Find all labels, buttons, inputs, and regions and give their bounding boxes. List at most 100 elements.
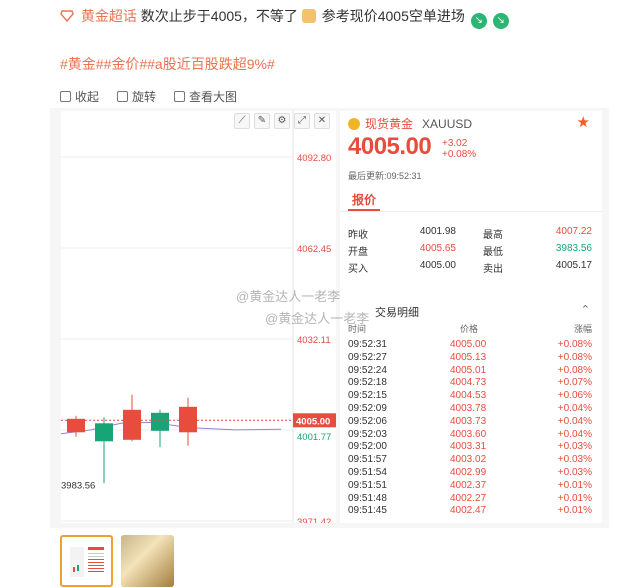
stat-value: 4005.00	[419, 260, 456, 271]
session-low-label: 3983.56	[61, 481, 95, 492]
image-thumbnails	[60, 535, 174, 587]
header-change: 涨幅	[573, 324, 592, 334]
trade-time: 09:51:54	[348, 466, 387, 478]
current-price: 4005.00	[348, 133, 432, 160]
trade-change: +0.03%	[557, 441, 592, 453]
trades-header: 时间 价格 涨幅	[348, 322, 592, 334]
stat-value: 4005.65	[419, 243, 456, 254]
view-large-icon	[174, 91, 186, 102]
trade-time: 09:51:57	[348, 454, 387, 466]
current-price-label: 4005.00	[296, 416, 330, 427]
change-percent: +0.08%	[442, 149, 477, 160]
rotate-button[interactable]: 旋转	[117, 88, 156, 105]
trade-price: 4005.13	[450, 351, 487, 363]
stat-row: 买入 4005.00 卖出 4005.17	[348, 260, 592, 277]
trade-change: +0.04%	[557, 402, 592, 414]
quote-panel: 现货黄金 XAUUSD ★ 4005.00 +3.02 +0.08% 最后更新:…	[340, 111, 602, 523]
candle-body	[67, 418, 85, 433]
collapse-button[interactable]: 收起	[60, 88, 99, 105]
change-value: +3.02	[442, 138, 468, 149]
trade-change: +0.07%	[557, 377, 592, 389]
trade-time: 09:52:31	[348, 339, 387, 350]
trades-title: 交易明细	[375, 307, 419, 319]
trade-time: 09:52:27	[348, 351, 387, 363]
post-text-line: 黄金超话 数次止步于4005，不等了 参考现价4005空单进场 ↘ ↘	[60, 6, 509, 29]
trade-change: +0.08%	[557, 364, 592, 376]
trade-price: 4003.73	[450, 415, 487, 427]
symbol-code: XAUUSD	[422, 116, 473, 131]
settings-tool-icon[interactable]: ⚙	[274, 113, 290, 129]
trade-price: 4004.53	[450, 390, 487, 402]
trade-change: +0.01%	[557, 479, 592, 491]
y-tick-label: 4032.11	[297, 335, 331, 346]
reference-price-label: 4001.77	[297, 432, 331, 443]
expand-icon[interactable]: ⤢	[294, 113, 310, 129]
trade-time: 09:52:03	[348, 428, 387, 440]
trade-row: 09:52:31 4005.00 +0.08%	[348, 339, 592, 352]
trade-price: 4002.27	[450, 492, 487, 504]
tab-quote[interactable]: 报价	[352, 191, 376, 208]
view-large-label: 查看大图	[189, 90, 238, 104]
y-tick-label: 4092.80	[297, 153, 331, 164]
trade-row: 09:51:54 4002.99 +0.03%	[348, 467, 592, 480]
line-tool-icon[interactable]: ⟋	[234, 113, 250, 129]
hashtag-links[interactable]: #黄金##金价##a股近百股跌超9%#	[60, 54, 275, 74]
trade-price: 4003.02	[450, 454, 487, 466]
rotate-icon	[117, 91, 129, 102]
trade-row: 09:51:48 4002.27 +0.01%	[348, 493, 592, 506]
trade-time: 09:51:51	[348, 479, 387, 491]
trade-change: +0.01%	[557, 505, 592, 517]
trade-time: 09:52:15	[348, 390, 387, 402]
thumbnail-gold-image[interactable]	[121, 535, 174, 587]
price-change: +3.02 +0.08%	[442, 138, 476, 160]
trade-row: 09:52:24 4005.01 +0.08%	[348, 365, 592, 378]
stat-label: 昨收	[348, 230, 368, 241]
quote-stats: 昨收 4001.98 最高 4007.22 开盘 4005.65 最低 3983.56 买入 40…	[348, 226, 592, 277]
candle-body	[179, 406, 197, 433]
trade-price: 4002.47	[450, 505, 487, 517]
symbol-row: 现货黄金 XAUUSD	[348, 115, 472, 132]
trade-row: 09:52:18 4004.73 +0.07%	[348, 377, 592, 390]
trade-time: 09:51:48	[348, 492, 387, 504]
trade-price: 4003.60	[450, 428, 487, 440]
stat-value: 4005.17	[555, 260, 592, 271]
rotate-label: 旋转	[132, 90, 157, 104]
thumbnail-chart-image[interactable]	[60, 535, 113, 587]
trade-change: +0.04%	[557, 415, 592, 427]
favorite-star-icon[interactable]: ★	[577, 113, 590, 131]
close-icon[interactable]: ✕	[314, 113, 330, 129]
trade-change: +0.03%	[557, 466, 592, 478]
super-topic-link[interactable]: 黄金超话	[81, 8, 137, 24]
stat-label: 开盘	[348, 247, 368, 258]
watermark: @黄金达人一老李	[265, 311, 370, 326]
pen-tool-icon[interactable]: ✎	[254, 113, 270, 129]
trade-change: +0.06%	[557, 390, 592, 402]
trade-time: 09:52:24	[348, 364, 387, 376]
trade-time: 09:51:45	[348, 505, 387, 517]
trade-row: 09:51:57 4003.02 +0.03%	[348, 454, 592, 467]
trade-time: 09:52:18	[348, 377, 387, 389]
collapse-label: 收起	[75, 90, 100, 104]
chevron-up-icon[interactable]: ⌃	[581, 303, 590, 316]
stat-value: 3983.56	[555, 243, 592, 254]
stat-label: 买入	[348, 264, 368, 275]
candle-body	[95, 423, 113, 442]
trade-row: 09:52:27 4005.13 +0.08%	[348, 352, 592, 365]
trade-row: 09:52:09 4003.78 +0.04%	[348, 403, 592, 416]
stat-value: 4007.22	[555, 226, 592, 237]
tab-divider	[340, 211, 602, 212]
trade-price: 4005.00	[450, 339, 487, 350]
candle-body	[123, 409, 141, 440]
stat-row: 开盘 4005.65 最低 3983.56	[348, 243, 592, 260]
gold-coin-icon	[348, 117, 360, 130]
last-updated: 最后更新:09:52:31	[348, 171, 422, 181]
stat-label: 卖出	[483, 264, 503, 275]
down-trend-emoji-icon: ↘	[470, 13, 487, 29]
trade-row: 09:51:45 4002.47 +0.01%	[348, 505, 592, 518]
trade-price: 4005.01	[450, 364, 487, 376]
trade-time: 09:52:09	[348, 402, 387, 414]
view-large-button[interactable]: 查看大图	[174, 88, 237, 105]
collapse-icon	[60, 91, 71, 102]
trade-time: 09:52:00	[348, 441, 387, 453]
moving-average-line	[61, 421, 282, 435]
